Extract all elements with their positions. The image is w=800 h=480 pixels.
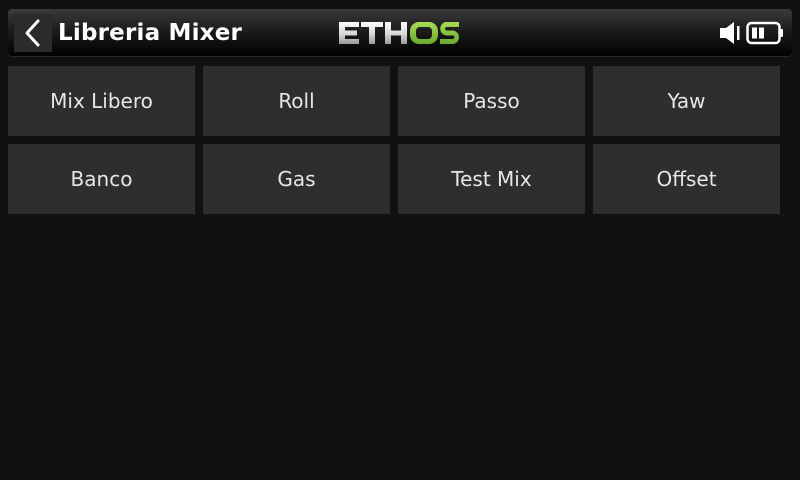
mixer-tile-banco[interactable]: Banco [8, 144, 195, 214]
back-button[interactable] [14, 14, 52, 52]
mixer-tile-offset[interactable]: Offset [593, 144, 780, 214]
ethos-logo [337, 19, 461, 47]
speaker-icon[interactable] [718, 20, 742, 46]
mixer-tile-roll[interactable]: Roll [203, 66, 390, 136]
battery-icon [746, 21, 784, 45]
mixer-tile-test-mix[interactable]: Test Mix [398, 144, 585, 214]
chevron-left-icon [23, 18, 43, 48]
status-area [718, 19, 784, 47]
page-title: Libreria Mixer [58, 20, 243, 46]
mixer-library-grid: Mix Libero Roll Passo Yaw Banco Gas Test… [8, 66, 780, 214]
mixer-tile-passo[interactable]: Passo [398, 66, 585, 136]
mixer-tile-mix-libero[interactable]: Mix Libero [8, 66, 195, 136]
mixer-tile-gas[interactable]: Gas [203, 144, 390, 214]
top-bar: Libreria Mixer [8, 9, 792, 57]
mixer-tile-yaw[interactable]: Yaw [593, 66, 780, 136]
